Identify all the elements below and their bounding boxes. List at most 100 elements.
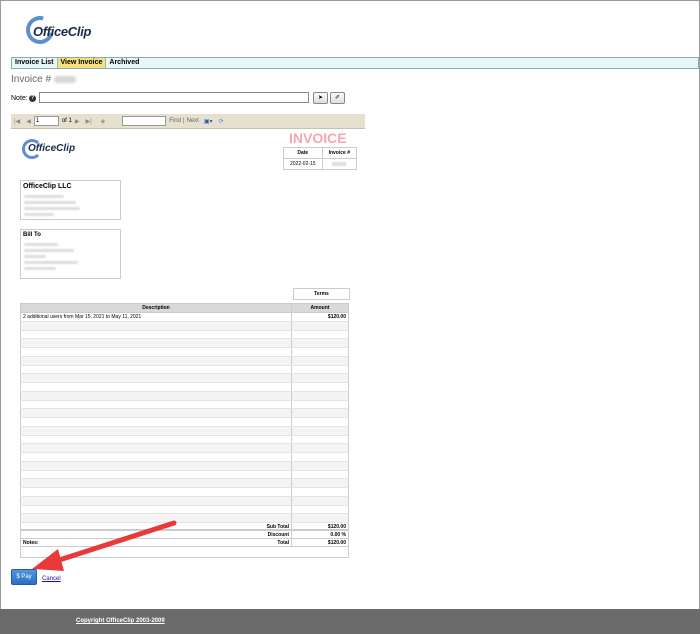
empty-cell <box>291 417 349 427</box>
help-icon[interactable]: ? <box>29 95 36 102</box>
export-icon[interactable]: ▣▾ <box>204 118 213 125</box>
table-row <box>20 505 349 515</box>
back-icon[interactable]: ◈ <box>101 118 106 125</box>
bill-to-box: Bill To <box>20 229 121 279</box>
annotation-arrow-icon <box>32 520 177 571</box>
next-link[interactable]: Next <box>187 118 199 124</box>
page-number-input[interactable]: 1 <box>33 116 59 126</box>
empty-cell <box>291 461 349 471</box>
empty-cell <box>291 382 349 392</box>
table-row <box>20 338 349 348</box>
page-title-label: Invoice # <box>11 74 52 85</box>
find-input[interactable] <box>122 116 167 126</box>
prev-page-icon[interactable]: ◀ <box>26 118 31 125</box>
find-link[interactable]: Find <box>169 118 181 124</box>
tab-archived[interactable]: Archived <box>106 58 142 68</box>
empty-cell <box>291 391 349 401</box>
app-logo[interactable]: OfficeClip <box>20 10 106 50</box>
table-row <box>20 417 349 427</box>
table-row <box>20 321 349 331</box>
empty-cell <box>291 452 349 462</box>
invoice-number-redacted <box>321 158 357 170</box>
empty-cell <box>20 461 292 471</box>
table-row <box>20 470 349 480</box>
empty-cell <box>20 382 292 392</box>
bill-to-title: Bill To <box>23 232 41 238</box>
date-header: Date <box>283 147 323 159</box>
empty-cell <box>291 347 349 357</box>
table-row <box>20 461 349 471</box>
empty-cell <box>20 330 292 340</box>
refresh-icon[interactable]: ⟳ <box>219 118 224 125</box>
empty-cell <box>20 505 292 515</box>
page-title: Invoice # <box>11 74 77 85</box>
empty-cell <box>20 487 292 497</box>
invoice-number-header: Invoice # <box>321 147 357 159</box>
empty-cell <box>291 356 349 366</box>
invoice-date: 2022-02-15 <box>283 158 323 170</box>
note-input[interactable] <box>39 92 309 103</box>
last-page-icon[interactable]: ▶| <box>85 118 91 125</box>
empty-cell <box>291 496 349 506</box>
empty-cell <box>20 391 292 401</box>
empty-cell <box>20 321 292 331</box>
clear-note-button[interactable]: ✐ <box>330 92 345 104</box>
table-row <box>20 391 349 401</box>
empty-cell <box>291 435 349 445</box>
tab-view-invoice[interactable]: View Invoice <box>57 58 107 68</box>
empty-cell <box>20 373 292 383</box>
line-items-table: Description Amount 2 additional users fr… <box>20 303 349 547</box>
redacted-line <box>24 195 64 198</box>
copyright-link[interactable]: Copyright OfficeClip 2003-2009 <box>76 618 165 624</box>
first-page-icon[interactable]: |◀ <box>14 118 20 125</box>
empty-cell <box>291 505 349 515</box>
table-row <box>20 426 349 436</box>
logo-text: OfficeClip <box>33 24 92 39</box>
table-row <box>20 356 349 366</box>
line-item-amount: $120.00 <box>291 312 349 322</box>
empty-cell <box>20 426 292 436</box>
tab-invoice-list[interactable]: Invoice List <box>12 58 58 68</box>
redacted-line <box>24 207 80 210</box>
from-company-name: OfficeClip LLC <box>23 183 72 190</box>
empty-cell <box>291 478 349 488</box>
empty-cell <box>20 417 292 427</box>
next-page-icon[interactable]: ▶ <box>75 118 80 125</box>
redacted-line <box>24 243 58 246</box>
empty-cell <box>20 338 292 348</box>
table-row <box>20 443 349 453</box>
terms-label: Terms <box>293 288 350 300</box>
table-row <box>20 452 349 462</box>
table-row <box>20 373 349 383</box>
eraser-icon: ✐ <box>334 95 341 101</box>
empty-cell <box>20 435 292 445</box>
table-row <box>20 365 349 375</box>
table-row <box>20 487 349 497</box>
table-row <box>20 435 349 445</box>
invoice-logo: OfficeClip <box>22 137 86 161</box>
table-row <box>20 347 349 357</box>
tab-bar: Invoice List View Invoice Archived <box>11 57 699 69</box>
redacted-invoice-number <box>54 75 77 83</box>
toolbar-separator: | <box>182 118 185 124</box>
empty-cell <box>291 513 349 523</box>
empty-cell <box>291 400 349 410</box>
table-row <box>20 478 349 488</box>
amount-header: Amount <box>291 303 349 313</box>
redacted-line <box>24 249 74 252</box>
table-row <box>20 400 349 410</box>
empty-cell <box>291 321 349 331</box>
table-row <box>20 496 349 506</box>
invoice-title: INVOICE <box>289 130 347 146</box>
empty-cell <box>291 365 349 375</box>
empty-cell <box>291 487 349 497</box>
empty-cell <box>291 408 349 418</box>
empty-cell <box>20 356 292 366</box>
line-item-description: 2 additional users from Mar 15, 2021 to … <box>20 312 292 322</box>
empty-cell <box>291 426 349 436</box>
empty-cell <box>291 373 349 383</box>
empty-cell <box>20 443 292 453</box>
empty-cell <box>20 400 292 410</box>
redacted-line <box>24 201 76 204</box>
send-note-button[interactable]: ➤ <box>313 92 328 104</box>
